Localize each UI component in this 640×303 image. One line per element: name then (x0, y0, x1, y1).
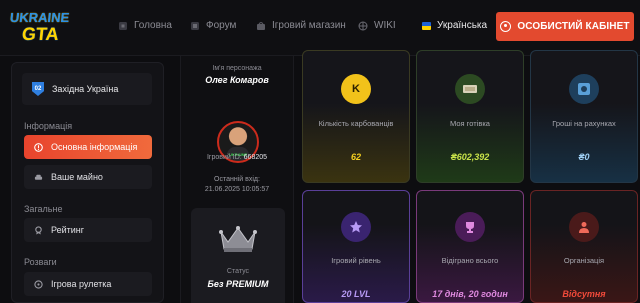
top-header: UKRAINE GTA Головна Форум Ігровий магази… (0, 0, 640, 56)
stat-value: ₴0 (578, 152, 590, 162)
nav-forum[interactable]: Форум (190, 20, 236, 31)
stat-label: Кількість карбованців (318, 119, 394, 128)
last-login-label: Останній вхід: (214, 176, 260, 183)
logo-line1: UKRAINE (9, 10, 71, 25)
stat-label: Ігровий рівень (331, 256, 381, 265)
sidebar-item-property[interactable]: Ваше майно (24, 165, 152, 189)
game-id-label: Ігровий ID: (206, 154, 242, 161)
stat-value: ₴602,392 (450, 152, 490, 162)
personal-cabinet-button[interactable]: ОСОБИСТИЙ КАБІНЕТ (496, 12, 634, 41)
nav-wiki[interactable]: WIKI (358, 20, 396, 31)
stat-card-bank: Гроші на рахунках ₴0 (530, 50, 638, 183)
roulette-icon (34, 279, 43, 289)
stat-value: Відсутня (562, 289, 606, 299)
car-icon (34, 174, 43, 180)
profile-panel: Ім'я персонажа Олег Комаров UKRAINE Ігро… (180, 56, 294, 303)
trophy-icon (455, 212, 485, 242)
nav-home[interactable]: Головна (118, 20, 172, 31)
stat-label: Відіграно всього (441, 256, 499, 265)
shop-icon (257, 21, 265, 30)
sidebar-item-label: Рейтинг (51, 225, 85, 235)
last-login-value: 21.06.2025 10:05:57 (204, 186, 270, 193)
language-selector[interactable]: Українська (422, 20, 487, 31)
sidebar: 02 Західна Україна Інформація Основна ін… (11, 62, 164, 303)
sidebar-item-label: Основна інформація (51, 142, 138, 152)
crown-icon (219, 226, 257, 252)
ukraine-flag-icon (422, 21, 431, 30)
organization-icon (569, 212, 599, 242)
stat-value: 17 днів, 20 годин (432, 289, 508, 299)
sidebar-item-roulette[interactable]: Ігрова рулетка (24, 272, 152, 296)
status-value: Без PREMIUM (207, 279, 269, 289)
stat-card-played-time: Відіграно всього 17 днів, 20 годин (416, 190, 524, 303)
stat-card-level: Ігровий рівень 20 LVL (302, 190, 410, 303)
server-name: Західна Україна (52, 84, 119, 94)
nav-shop-label: Ігровий магазин (272, 20, 346, 31)
nav-forum-label: Форум (206, 20, 237, 31)
rating-icon (35, 225, 42, 235)
stat-card-organization: Організація Відсутня (530, 190, 638, 303)
stat-card-cash: Моя готівка ₴602,392 (416, 50, 524, 183)
sidebar-item-rating[interactable]: Рейтинг (24, 218, 152, 242)
stat-label: Моя готівка (450, 119, 490, 128)
nav-shop[interactable]: Ігровий магазин (256, 20, 346, 31)
status-label: Статус (226, 268, 250, 275)
game-id-value: 668205 (243, 154, 268, 161)
bank-icon (569, 74, 599, 104)
nav-wiki-label: WIKI (374, 20, 396, 31)
personal-cabinet-label: ОСОБИСТИЙ КАБІНЕТ (517, 21, 630, 32)
user-icon (500, 21, 512, 32)
logo-line2: GTA (21, 24, 60, 44)
coin-k-icon: K (341, 74, 371, 104)
section-general-title: Загальне (24, 204, 63, 214)
section-entertainment-title: Розваги (24, 257, 57, 267)
globe-icon (358, 21, 368, 30)
cash-icon (455, 74, 485, 104)
nav-home-label: Головна (134, 20, 172, 31)
alert-icon (34, 142, 43, 152)
section-info-title: Інформація (24, 121, 73, 131)
stat-card-karbovantsi: K Кількість карбованців 62 (302, 50, 410, 183)
logo[interactable]: UKRAINE GTA (8, 10, 70, 46)
stat-value: 20 LVL (341, 289, 371, 299)
server-shield-icon: 02 (32, 82, 44, 96)
stat-label: Гроші на рахунках (552, 119, 616, 128)
sidebar-item-label: Ваше майно (51, 172, 103, 182)
forum-icon (191, 21, 199, 30)
stat-label: Організація (563, 256, 605, 265)
stat-value: 62 (350, 152, 361, 162)
sidebar-item-main-info[interactable]: Основна інформація (24, 135, 152, 159)
game-id-row: Ігровий ID: 668205 (181, 154, 293, 161)
home-icon (119, 21, 127, 30)
level-star-icon (341, 212, 371, 242)
language-label: Українська (437, 20, 488, 31)
character-name: Олег Комаров (205, 75, 269, 85)
sidebar-item-label: Ігрова рулетка (51, 279, 112, 289)
character-name-label: Ім'я персонажа (212, 65, 262, 72)
server-selector[interactable]: 02 Західна Україна (22, 73, 152, 105)
premium-status-card: Статус Без PREMIUM (191, 208, 285, 303)
